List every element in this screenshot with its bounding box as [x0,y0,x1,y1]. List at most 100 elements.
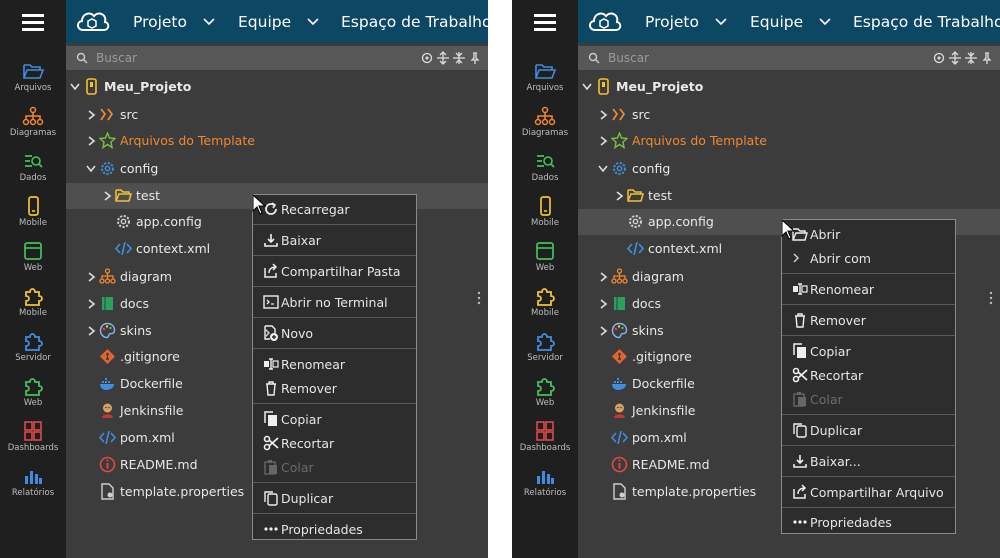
tree-label: template.properties [120,484,245,499]
menu-item-renomear[interactable]: Renomear [253,353,416,375]
search-input[interactable]: Buscar [608,51,649,65]
tree-row-template[interactable]: Arquivos do Template [578,128,1000,154]
menu-item-baixar[interactable]: Baixar... [782,450,955,472]
activity-web[interactable]: Web [0,241,66,285]
hamburger-menu-button[interactable] [0,0,66,43]
menu-item-colar[interactable]: Colar [782,388,955,410]
pin-icon[interactable] [468,51,482,65]
menu-espaco-trabalho[interactable]: Espaço de Trabalho [853,0,1000,43]
tree-row-src[interactable]: src [578,102,1000,128]
tree-row-config[interactable]: config [66,156,488,182]
menu-item-recortar[interactable]: Recortar [253,432,416,454]
tree-row-root[interactable]: Meu_Projeto [66,74,488,100]
more-horizontal-icon [793,520,807,524]
tree-label: skins [120,323,152,338]
activity-dashboards[interactable]: Dashboards [0,421,66,465]
menu-item-abrir-terminal[interactable]: Abrir no Terminal [253,291,416,313]
hamburger-icon [22,13,44,31]
menu-item-compartilhar-arquivo[interactable]: Compartilhar Arquivo [782,481,955,503]
menu-item-recarregar[interactable]: Recarregar [253,198,416,220]
menu-projeto[interactable]: Projeto [645,0,727,43]
activity-bar: Arquivos Diagramas Dados Mobile Web Mobi… [512,43,578,558]
duplicate-icon [264,491,278,506]
activity-dados[interactable]: Dados [0,151,66,195]
activity-arquivos[interactable]: Arquivos [0,61,66,105]
menu-separator [253,317,416,318]
tree-row-test[interactable]: test [578,183,1000,209]
activity-mobile[interactable]: Mobile [0,196,66,240]
info-icon [611,456,628,473]
menu-espaco-trabalho[interactable]: Espaço de Trabalho [341,0,488,43]
menu-equipe[interactable]: Equipe [238,0,319,43]
pin-icon[interactable] [980,51,994,65]
splitter-handle[interactable] [989,291,993,305]
menu-item-label: Colar [810,392,843,407]
menu-item-colar[interactable]: Colar [253,456,416,478]
locate-icon[interactable] [932,51,946,65]
menu-item-duplicar[interactable]: Duplicar [253,487,416,509]
data-icon [25,155,43,168]
tree-label: app.config [136,214,202,229]
tree-row-src[interactable]: src [66,102,488,128]
activity-servidor[interactable]: Servidor [0,331,66,375]
menu-item-abrir[interactable]: Abrir [782,223,955,245]
menu-item-abrir-com[interactable]: Abrir com [782,247,955,269]
menu-item-duplicar[interactable]: Duplicar [782,419,955,441]
tree-row-template[interactable]: Arquivos do Template [66,128,488,154]
search-input[interactable]: Buscar [96,51,137,65]
collapse-all-icon[interactable] [452,51,466,65]
tree-label: Dockerfile [632,376,695,391]
share-icon [264,263,278,278]
menu-item-label: Compartilhar Pasta [281,264,401,279]
activity-diagramas[interactable]: Diagramas [0,106,66,150]
chevron-right-icon [616,191,624,201]
activity-label: Diagramas [9,128,57,138]
menu-equipe-label: Equipe [238,12,292,31]
activity-mobile-puzzle[interactable]: Mobile [512,286,578,330]
activity-label: Dashboards [7,443,59,453]
menu-item-copiar[interactable]: Copiar [782,340,955,362]
locate-icon[interactable] [420,51,434,65]
menu-item-copiar[interactable]: Copiar [253,408,416,430]
activity-label: Web [23,398,43,408]
puzzle-icon [25,288,43,306]
duplicate-icon [793,423,807,438]
activity-web[interactable]: Web [512,241,578,285]
menu-item-propriedades[interactable]: Propriedades [253,518,416,540]
activity-web-puzzle[interactable]: Web [512,376,578,420]
menu-item-propriedades[interactable]: Propriedades [782,511,955,533]
menu-item-label: Recortar [281,436,335,451]
menu-item-label: Renomear [281,357,346,372]
activity-dados[interactable]: Dados [512,151,578,195]
tree-row-root[interactable]: Meu_Projeto [578,74,1000,100]
activity-web-puzzle[interactable]: Web [0,376,66,420]
activity-relatorios[interactable]: Relatórios [0,466,66,510]
star-icon [611,132,628,149]
menu-item-remover[interactable]: Remover [782,309,955,331]
menu-item-baixar[interactable]: Baixar [253,229,416,251]
menu-item-novo[interactable]: Novo [253,322,416,344]
splitter-handle[interactable] [477,291,481,305]
more-horizontal-icon [264,527,278,531]
activity-arquivos[interactable]: Arquivos [512,61,578,105]
tree-label: .gitignore [120,349,180,364]
menu-item-recortar[interactable]: Recortar [782,364,955,386]
trash-icon [266,381,276,396]
expand-all-icon[interactable] [948,51,962,65]
expand-all-icon[interactable] [436,51,450,65]
activity-relatorios[interactable]: Relatórios [512,466,578,510]
menu-item-compartilhar-pasta[interactable]: Compartilhar Pasta [253,260,416,282]
menu-item-remover[interactable]: Remover [253,377,416,399]
activity-diagramas[interactable]: Diagramas [512,106,578,150]
collapse-all-icon[interactable] [964,51,978,65]
menu-item-renomear[interactable]: Renomear [782,278,955,300]
activity-dashboards[interactable]: Dashboards [512,421,578,465]
tree-row-config[interactable]: config [578,156,1000,182]
activity-mobile-puzzle[interactable]: Mobile [0,286,66,330]
menu-projeto[interactable]: Projeto [133,0,215,43]
activity-servidor[interactable]: Servidor [512,331,578,375]
activity-mobile[interactable]: Mobile [512,196,578,240]
hamburger-menu-button[interactable] [512,0,578,43]
menu-equipe[interactable]: Equipe [750,0,831,43]
menu-item-label: Copiar [810,344,851,359]
